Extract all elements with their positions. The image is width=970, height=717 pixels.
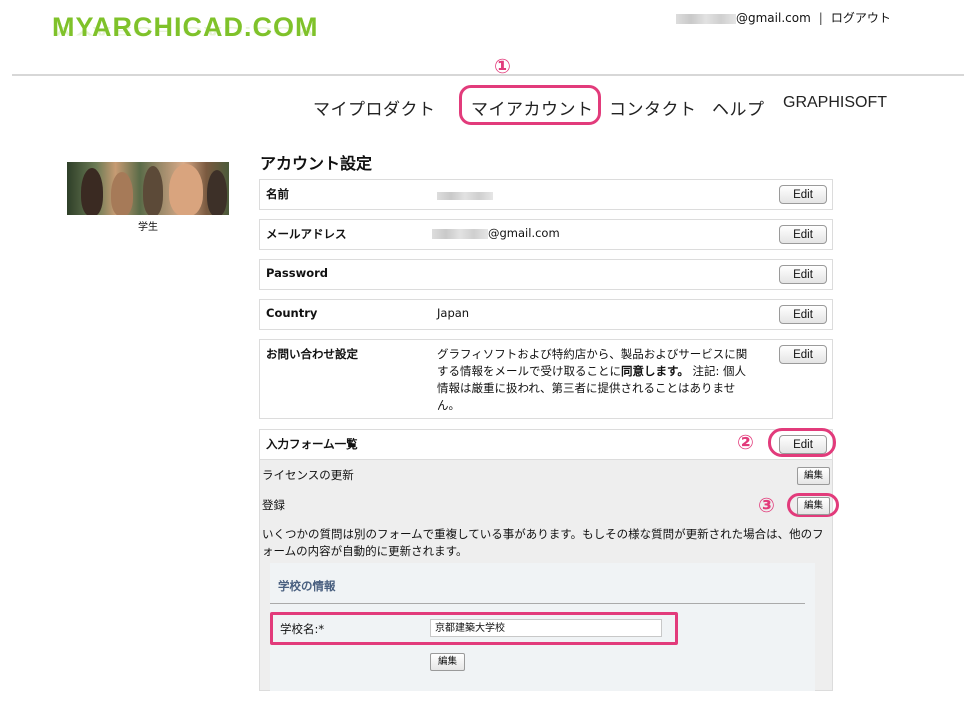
row-label: Password (266, 266, 328, 280)
account-row-name: 名前 Edit (259, 179, 833, 210)
account-row-country: Country Japan Edit (259, 299, 833, 330)
nav-my-account[interactable]: マイアカウント (471, 95, 594, 120)
contact-preferences-text: グラフィソフトおよび特約店から、製品およびサービスに関する情報をメールで受け取る… (437, 347, 748, 412)
account-row-email: メールアドレス @gmail.com Edit (259, 219, 833, 250)
annotation-1: ① (494, 54, 511, 78)
edit-email-button[interactable]: Edit (779, 225, 827, 244)
annotation-2: ② (737, 430, 754, 454)
blurred-username (676, 13, 736, 24)
user-email: @gmail.com (736, 11, 811, 25)
edit-school-button[interactable]: 編集 (430, 653, 465, 671)
edit-forms-highlight (768, 428, 836, 457)
row-label: お問い合わせ設定 (266, 347, 358, 361)
students-photo (67, 162, 229, 215)
school-name-label: 学校名:* (280, 622, 325, 636)
row-label: 名前 (266, 187, 289, 201)
row-label: メールアドレス (266, 227, 347, 241)
account-settings-title: アカウント設定 (260, 154, 373, 173)
edit-name-button[interactable]: Edit (779, 185, 827, 204)
edit-license-renewal-button[interactable]: 編集 (797, 467, 830, 485)
form-item-registration: 登録 (262, 498, 285, 512)
header-divider (12, 74, 964, 76)
form-item-license-renewal: ライセンスの更新 (262, 468, 354, 482)
row-label: Country (266, 306, 318, 320)
account-row-contact-preferences: お問い合わせ設定 グラフィソフトおよび特約店から、製品およびサービスに関する情報… (259, 339, 833, 419)
school-info-divider (270, 603, 805, 604)
nav-my-products[interactable]: マイプロダクト (313, 95, 436, 120)
forms-note: いくつかの質問は別のフォームで重複している事があります。もしその様な質問が更新さ… (262, 527, 824, 558)
edit-country-button[interactable]: Edit (779, 305, 827, 324)
account-row-password: Password Edit (259, 259, 833, 290)
sidebar-caption: 学生 (138, 222, 158, 233)
nav-contact[interactable]: コンタクト (609, 95, 697, 120)
site-logo-reflection: MYARCHICAD.COM (52, 24, 319, 39)
school-name-input[interactable]: 京都建築大学校 (430, 619, 662, 637)
annotation-3: ③ (758, 493, 775, 517)
country-value: Japan (437, 306, 470, 320)
school-info-title: 学校の情報 (278, 579, 336, 593)
edit-password-button[interactable]: Edit (779, 265, 827, 284)
forms-title: 入力フォーム一覧 (266, 437, 358, 451)
edit-contact-preferences-button[interactable]: Edit (779, 345, 827, 364)
separator: | (818, 11, 823, 25)
edit-registration-button[interactable]: 編集 (797, 497, 830, 515)
blurred-name (437, 188, 493, 202)
nav-graphisoft[interactable]: GRAPHISOFT (783, 94, 887, 112)
logout-link[interactable]: ログアウト (831, 11, 891, 25)
user-bar: @gmail.com | ログアウト (676, 9, 891, 26)
nav-help[interactable]: ヘルプ (712, 95, 765, 120)
email-value: @gmail.com (432, 226, 560, 240)
